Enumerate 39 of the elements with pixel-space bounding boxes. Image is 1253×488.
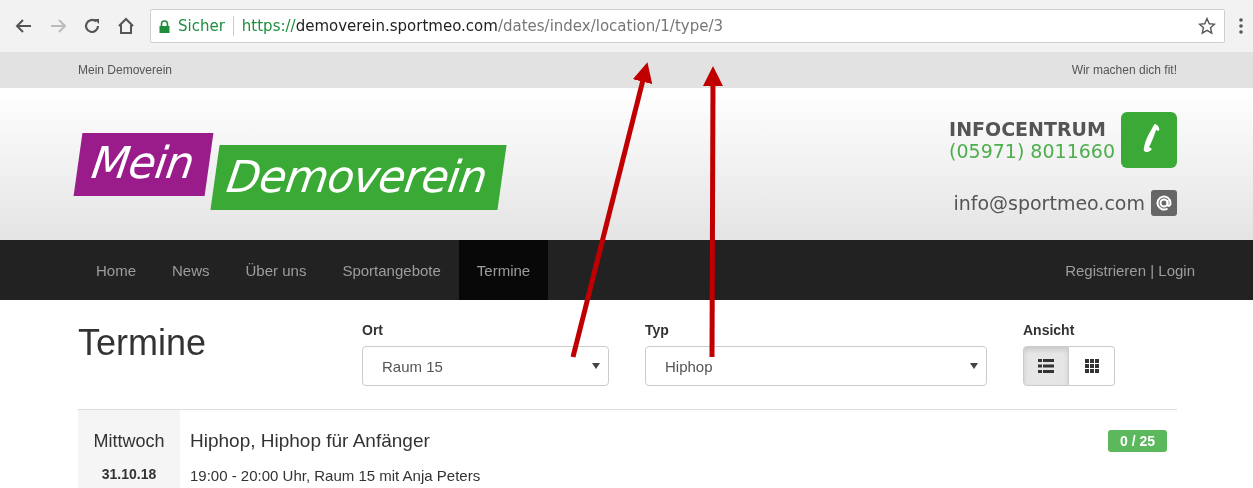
event-date: 31.10.18	[101, 466, 157, 482]
grid-icon	[1084, 359, 1099, 373]
filter-dropdown[interactable]: Hiphop	[645, 346, 987, 386]
home-icon[interactable]	[116, 16, 136, 36]
page-title: Termine	[78, 322, 208, 364]
logo-mein[interactable]: Mein	[73, 132, 214, 196]
list-view-button[interactable]	[1023, 346, 1069, 386]
security-label: Sicher	[178, 17, 225, 35]
lock-icon	[159, 19, 170, 33]
phone-icon	[1121, 112, 1177, 168]
phone-number: (05971) 8011660	[949, 140, 1115, 162]
filter-dropdown[interactable]: Raum 15	[362, 346, 609, 386]
list-icon	[1038, 359, 1054, 373]
nav-item[interactable]: News	[154, 240, 228, 300]
reload-icon[interactable]	[82, 16, 102, 36]
address-bar[interactable]: Sicher https://demoverein.sportmeo.com/dates/index/location/1/type/3	[150, 9, 1225, 43]
filter-label: Typ	[645, 322, 670, 338]
view-label: Ansicht	[1023, 322, 1076, 338]
at-icon	[1151, 190, 1177, 216]
caret-icon	[970, 363, 978, 369]
filter-label: Ort	[362, 322, 384, 338]
email-address: info@sportmeo.com	[953, 192, 1145, 214]
nav-item[interactable]: Über uns	[227, 240, 325, 300]
star-icon[interactable]	[1198, 17, 1216, 35]
site-name: Mein Demoverein	[78, 63, 173, 77]
url-text: https://demoverein.sportmeo.com/dates/index/location/1/type/3	[241, 17, 725, 35]
event-details: 19:00 - 20:00 Uhr, Raum 15 mit Anja Peters	[190, 467, 482, 484]
event-title[interactable]: Hiphop, Hiphop für Anfänger	[190, 430, 430, 452]
infocentrum-title: INFOCENTRUM	[949, 118, 1107, 140]
grid-view-button[interactable]	[1069, 346, 1115, 386]
nav-item[interactable]: Home	[78, 240, 154, 300]
nav-item[interactable]: Termine	[458, 240, 549, 300]
slogan: Wir machen dich fit!	[1071, 63, 1177, 77]
register-login-link[interactable]: Registrieren | Login	[1065, 261, 1195, 279]
event-weekday: Mittwoch	[93, 431, 165, 452]
menu-icon[interactable]	[1239, 18, 1243, 34]
caret-icon	[592, 363, 600, 369]
nav-item[interactable]: Sportangebote	[324, 240, 459, 300]
capacity-badge: 0 / 25	[1107, 430, 1167, 452]
